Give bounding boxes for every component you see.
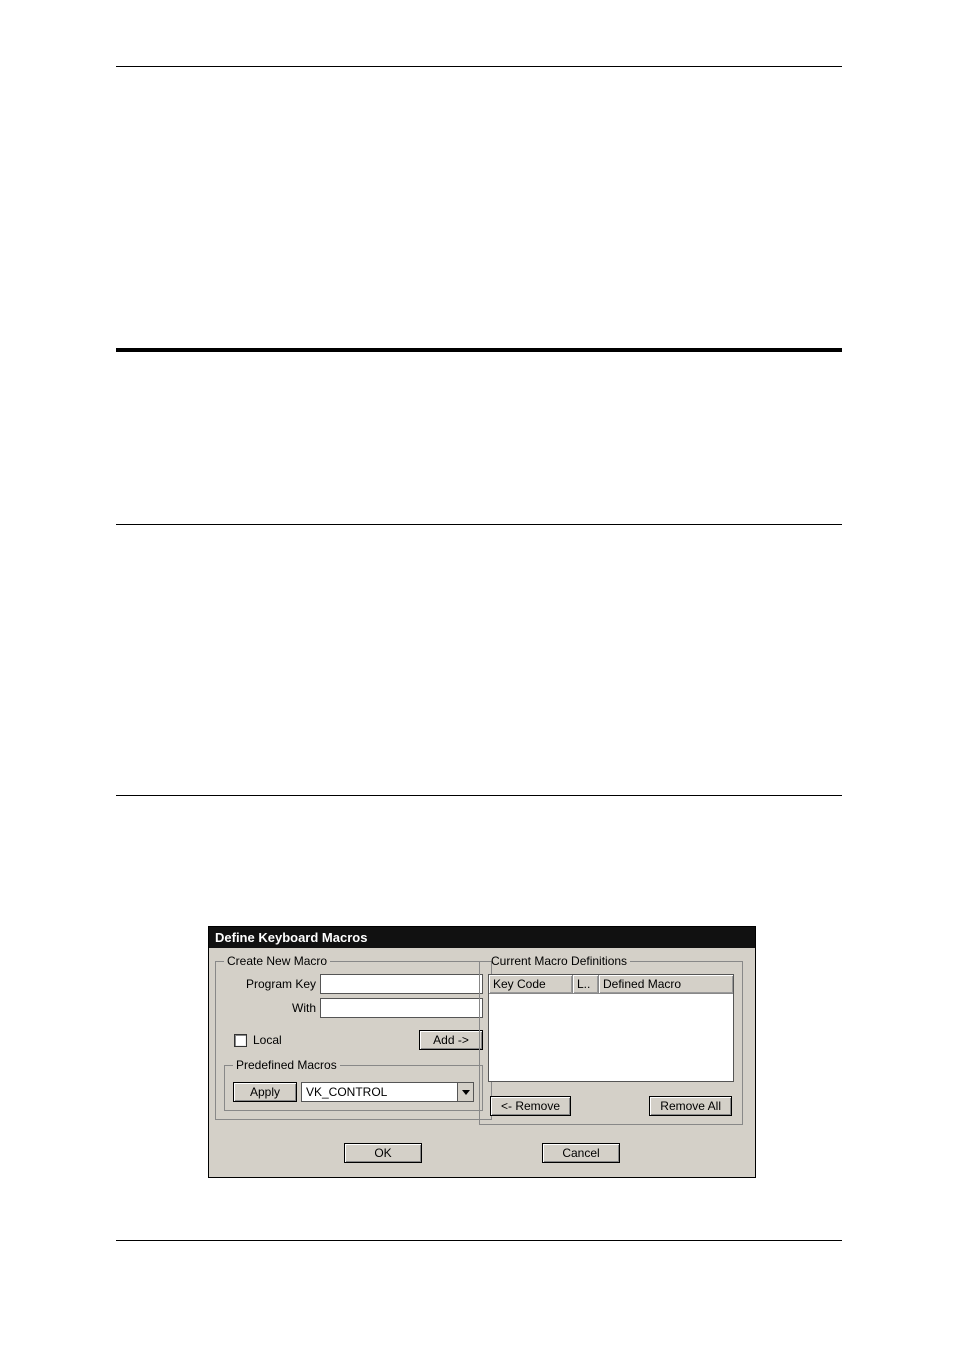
dialog-footer: OK Cancel: [209, 1129, 755, 1177]
column-defined-macro[interactable]: Defined Macro: [599, 975, 733, 993]
ok-button[interactable]: OK: [344, 1143, 422, 1163]
program-key-label: Program Key: [224, 977, 316, 991]
predefined-macro-selected: VK_CONTROL: [306, 1085, 387, 1099]
dialog-body: Create New Macro Program Key With Local: [209, 948, 755, 1129]
page: Define Keyboard Macros Create New Macro …: [0, 0, 954, 1352]
predefined-row: Apply VK_CONTROL: [233, 1082, 474, 1102]
current-macro-definitions-legend: Current Macro Definitions: [488, 954, 630, 968]
local-checkbox[interactable]: [234, 1034, 247, 1047]
horizontal-rule-thick: [116, 348, 842, 352]
left-column: Create New Macro Program Key With Local: [215, 954, 471, 1125]
right-column: Current Macro Definitions Key Code L.. D…: [479, 954, 743, 1125]
local-label: Local: [253, 1033, 282, 1047]
horizontal-rule: [116, 66, 842, 67]
with-input[interactable]: [320, 998, 483, 1018]
listview-body[interactable]: [489, 994, 733, 1081]
horizontal-rule: [116, 524, 842, 525]
listview-header: Key Code L.. Defined Macro: [489, 975, 733, 994]
local-add-row: Local Add ->: [224, 1030, 483, 1050]
horizontal-rule: [116, 795, 842, 796]
add-button[interactable]: Add ->: [419, 1030, 483, 1050]
with-label: With: [224, 1001, 316, 1015]
dialog-title: Define Keyboard Macros: [209, 927, 755, 948]
program-key-input[interactable]: [320, 974, 483, 994]
current-macro-definitions-group: Current Macro Definitions Key Code L.. D…: [479, 954, 743, 1125]
remove-button[interactable]: <- Remove: [490, 1096, 571, 1116]
local-checkbox-wrap[interactable]: Local: [234, 1033, 282, 1047]
predefined-macro-dropdown[interactable]: VK_CONTROL: [301, 1082, 474, 1102]
apply-button[interactable]: Apply: [233, 1082, 297, 1102]
predefined-macros-group: Predefined Macros Apply VK_CONTROL: [224, 1058, 483, 1111]
define-keyboard-macros-dialog: Define Keyboard Macros Create New Macro …: [208, 926, 756, 1178]
remove-all-button[interactable]: Remove All: [649, 1096, 732, 1116]
create-new-macro-group: Create New Macro Program Key With Local: [215, 954, 492, 1120]
macro-listview[interactable]: Key Code L.. Defined Macro: [488, 974, 734, 1082]
right-buttons-row: <- Remove Remove All: [488, 1096, 734, 1116]
dropdown-button[interactable]: [457, 1083, 473, 1101]
cancel-button[interactable]: Cancel: [542, 1143, 620, 1163]
with-row: With: [224, 998, 483, 1018]
program-key-row: Program Key: [224, 974, 483, 994]
create-new-macro-legend: Create New Macro: [224, 954, 330, 968]
column-key-code[interactable]: Key Code: [489, 975, 573, 993]
horizontal-rule: [116, 1240, 842, 1241]
predefined-macros-legend: Predefined Macros: [233, 1058, 340, 1072]
chevron-down-icon: [462, 1090, 470, 1095]
column-local[interactable]: L..: [573, 975, 599, 993]
